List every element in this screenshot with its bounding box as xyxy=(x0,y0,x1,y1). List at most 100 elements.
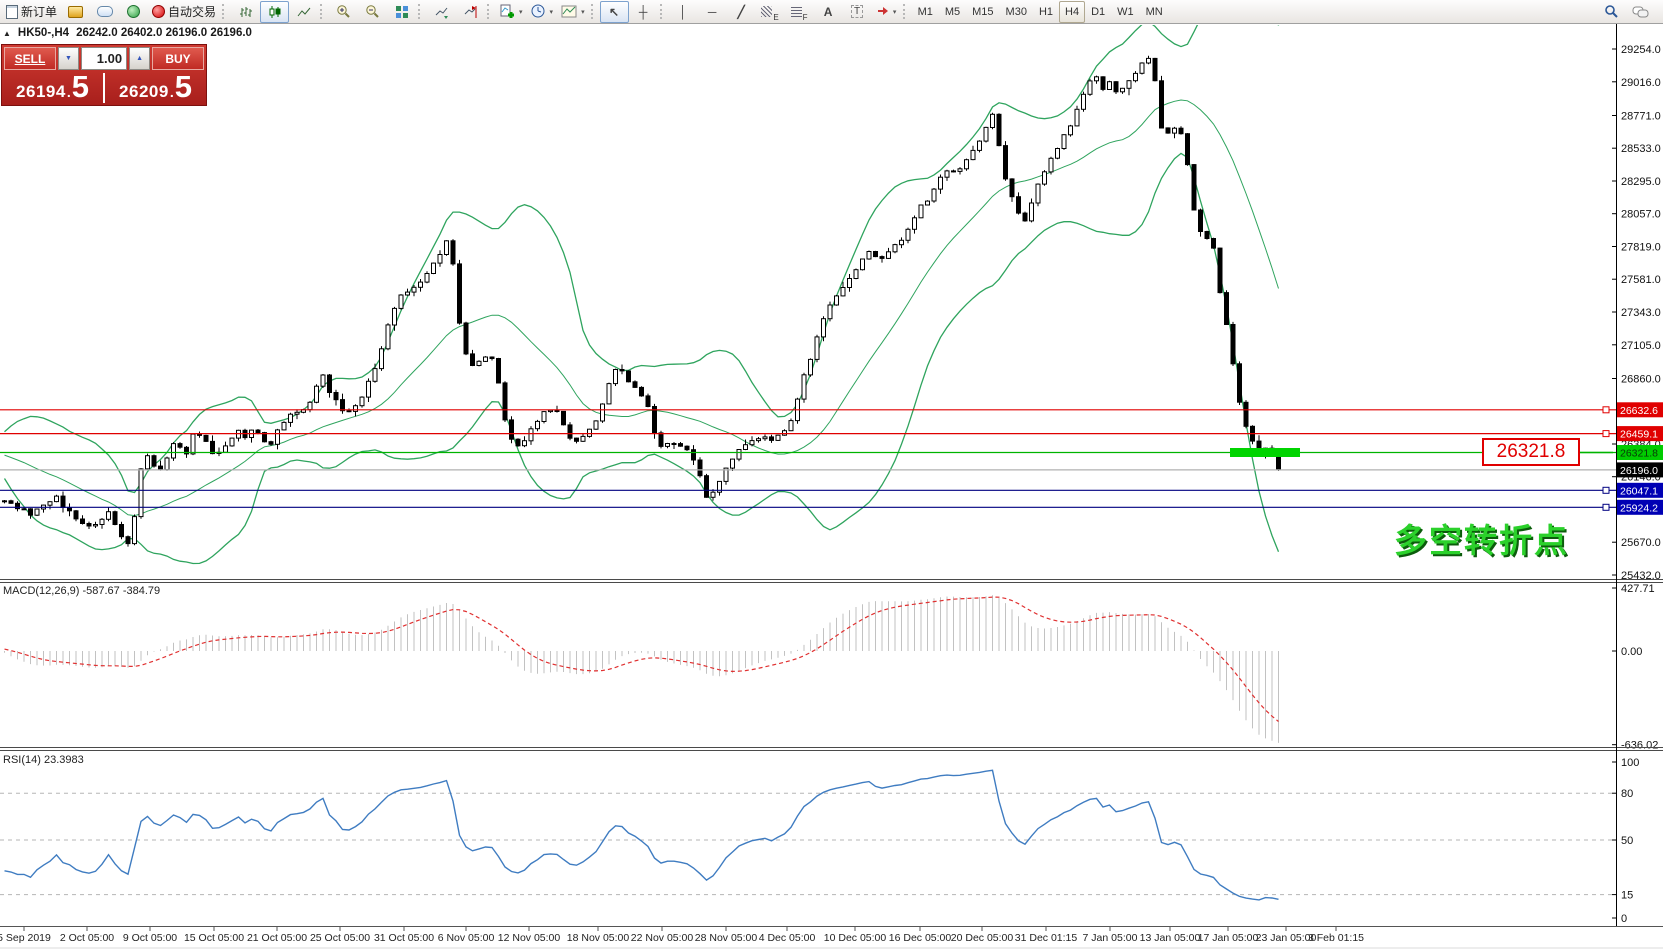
price-tick-label: 25432.0 xyxy=(1621,570,1661,582)
date-label: 22 Nov 05:00 xyxy=(631,932,694,944)
line-chart-button[interactable] xyxy=(289,1,318,23)
text-label-icon: T xyxy=(851,5,863,18)
date-label: 9 Oct 05:00 xyxy=(123,932,177,944)
periods-caret-icon[interactable]: ▾ xyxy=(550,8,554,16)
zoom-out-button[interactable] xyxy=(358,1,387,23)
text-label-tool-button[interactable]: T xyxy=(843,1,872,23)
hline-handle[interactable] xyxy=(1603,407,1609,413)
arrows-caret-icon[interactable]: ▾ xyxy=(893,8,897,16)
chart-canvas[interactable]: 29254.029016.028771.028533.028295.028057… xyxy=(0,0,1663,949)
tile-windows-button[interactable] xyxy=(387,1,416,23)
arrows-tool-button[interactable]: ▾ xyxy=(872,1,901,23)
text-tool-button[interactable]: A xyxy=(814,1,843,23)
buy-price[interactable]: 26209.5 xyxy=(105,74,206,102)
timeframe-M5[interactable]: M5 xyxy=(939,1,966,23)
date-label: 15 Oct 05:00 xyxy=(184,932,244,944)
price-tick-label: 25670.0 xyxy=(1621,537,1661,549)
trendline-tool-button[interactable]: ╱ xyxy=(727,1,756,23)
templates-caret-icon[interactable]: ▾ xyxy=(581,8,585,16)
main-pane xyxy=(0,0,1616,563)
toolbar-grip xyxy=(660,4,666,19)
price-badge-label: 26321.8 xyxy=(1620,448,1658,460)
rsi-axis-label: 0 xyxy=(1621,913,1627,925)
date-label: 6 Nov 05:00 xyxy=(438,932,495,944)
timeframe-M15[interactable]: M15 xyxy=(966,1,999,23)
timeframe-M30[interactable]: M30 xyxy=(1000,1,1033,23)
date-label: 13 Jan 05:00 xyxy=(1140,932,1201,944)
candlestick-chart-button[interactable] xyxy=(260,1,289,23)
toolbar-grip xyxy=(418,4,424,19)
timeframe-H1[interactable]: H1 xyxy=(1033,1,1059,23)
sell-price[interactable]: 26194.5 xyxy=(2,74,103,102)
volume-decrease-button[interactable]: ▼ xyxy=(58,47,79,70)
date-label: 5 Sep 2019 xyxy=(0,932,51,944)
crosshair-icon: ┼ xyxy=(639,5,648,19)
cursor-tool-button[interactable]: ↖ xyxy=(600,1,629,23)
timeframe-MN[interactable]: MN xyxy=(1140,1,1169,23)
zoom-in-icon xyxy=(336,4,351,19)
bar-chart-icon xyxy=(239,5,253,19)
timeframe-W1[interactable]: W1 xyxy=(1111,1,1140,23)
hline-handle[interactable] xyxy=(1603,487,1609,493)
chart-title: ▲ HK50-,H4 26242.0 26402.0 26196.0 26196… xyxy=(3,27,258,39)
bollinger-lower-band xyxy=(5,153,1279,563)
ohlc-values: 26242.0 26402.0 26196.0 26196.0 xyxy=(76,27,252,39)
fibonacci-icon xyxy=(791,6,802,17)
new-order-label: 新订单 xyxy=(21,3,57,20)
tile-windows-icon xyxy=(395,5,409,19)
indicators-button[interactable]: ▾ xyxy=(496,1,527,23)
toolbar-grip xyxy=(222,4,228,19)
periods-button[interactable]: ▾ xyxy=(527,1,558,23)
date-label: 10 Dec 05:00 xyxy=(824,932,887,944)
indicators-caret-icon[interactable]: ▾ xyxy=(519,8,523,16)
chart-shift-button[interactable] xyxy=(456,1,485,23)
crosshair-tool-button[interactable]: ┼ xyxy=(629,1,658,23)
zoom-in-button[interactable] xyxy=(329,1,358,23)
templates-button[interactable]: ▾ xyxy=(557,1,589,23)
autotrading-button[interactable]: 自动交易 xyxy=(148,1,220,23)
history-center-button[interactable] xyxy=(61,1,90,23)
signals-button[interactable] xyxy=(119,1,148,23)
green-highlight-bar[interactable] xyxy=(1230,448,1300,457)
bollinger-middle-band xyxy=(5,100,1279,516)
toolbar-grip xyxy=(591,4,597,19)
timeframe-H4[interactable]: H4 xyxy=(1059,1,1085,23)
rsi-axis-label: 15 xyxy=(1621,890,1633,902)
auto-scroll-button[interactable] xyxy=(427,1,456,23)
web-terminal-button[interactable] xyxy=(90,1,119,23)
arrows-icon xyxy=(876,5,889,18)
signal-icon xyxy=(127,5,140,18)
indicators-icon xyxy=(500,4,515,19)
trendline-icon: ╱ xyxy=(737,5,744,19)
timeframe-M1[interactable]: M1 xyxy=(912,1,939,23)
hline-handle[interactable] xyxy=(1603,431,1609,437)
chat-button[interactable] xyxy=(1626,1,1655,23)
line-chart-icon xyxy=(297,5,311,19)
chart-shift-icon xyxy=(464,5,478,19)
toolbar-grip xyxy=(903,4,909,19)
buy-button[interactable]: BUY xyxy=(152,47,204,70)
price-callout-label[interactable]: 26321.8 xyxy=(1482,438,1580,466)
search-button[interactable] xyxy=(1597,1,1626,23)
hline-handle[interactable] xyxy=(1603,504,1609,510)
price-tick-label: 28533.0 xyxy=(1621,143,1661,155)
turning-point-annotation[interactable]: 多空转折点 xyxy=(1394,514,1569,562)
macd-axis-label: -636.02 xyxy=(1621,740,1658,752)
price-tick-label: 27581.0 xyxy=(1621,274,1661,286)
macd-pane xyxy=(5,595,1279,743)
timeframe-D1[interactable]: D1 xyxy=(1085,1,1111,23)
chat-icon xyxy=(1632,5,1649,19)
bar-chart-button[interactable] xyxy=(231,1,260,23)
new-order-button[interactable]: 新订单 xyxy=(2,1,61,23)
horizontal-line-tool-button[interactable]: ─ xyxy=(698,1,727,23)
terminal-window: 29254.029016.028771.028533.028295.028057… xyxy=(0,0,1663,949)
vertical-line-tool-button[interactable]: │ xyxy=(669,1,698,23)
fibonacci-tool-button[interactable]: F xyxy=(785,1,814,23)
volume-increase-button[interactable]: ▲ xyxy=(129,47,150,70)
channel-tool-button[interactable]: E xyxy=(756,1,785,23)
channel-icon xyxy=(761,6,772,17)
sell-button[interactable]: SELL xyxy=(4,47,56,70)
panel-collapse-icon[interactable]: ▲ xyxy=(3,29,11,38)
price-tick-label: 28771.0 xyxy=(1621,111,1661,123)
volume-input[interactable] xyxy=(81,47,127,70)
